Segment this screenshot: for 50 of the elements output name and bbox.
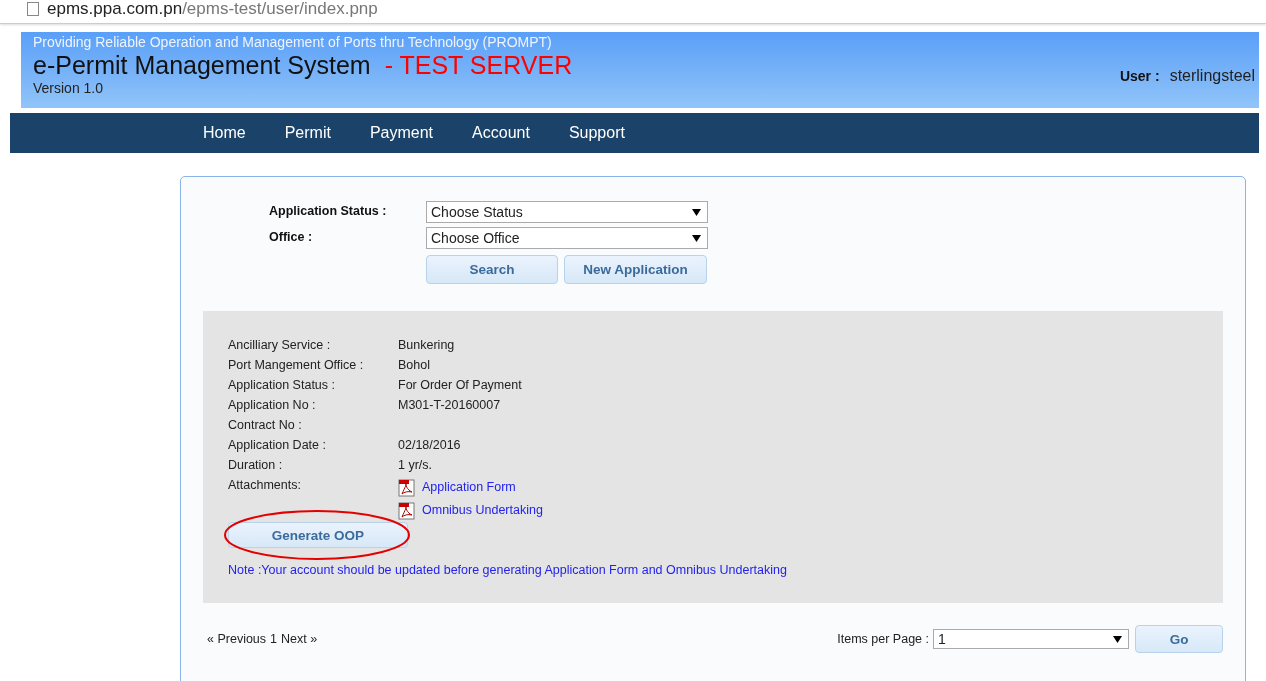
previous-link[interactable]: « Previous <box>207 632 267 646</box>
user-name: sterlingsteel <box>1169 67 1255 85</box>
nav-link[interactable]: Payment <box>369 124 434 142</box>
attachment-link[interactable]: Omnibus Undertaking <box>422 500 543 520</box>
dropdown[interactable]: Choose Status <box>426 201 708 223</box>
detail-label: Contract No : <box>228 417 303 434</box>
filter-button[interactable]: Search <box>426 255 558 284</box>
url-path: /epms-test/user/index.pnp <box>182 0 378 19</box>
items-per-page-label: Items per Page : <box>837 632 929 646</box>
detail-value: Bunkering <box>398 337 455 354</box>
site-title: e-Permit Management System <box>33 50 371 80</box>
next-link[interactable]: Next » <box>281 632 318 646</box>
go-button[interactable]: Go <box>1135 625 1223 653</box>
pdf-icon <box>398 479 416 497</box>
filter-label: Office : <box>269 229 314 244</box>
nav-link[interactable]: Support <box>568 124 625 142</box>
dropdown[interactable]: Choose Office <box>426 227 708 249</box>
nav-link[interactable]: Home <box>203 124 246 142</box>
note-text: Note :Your account should be updated before generating Application Form and Omnibus Undertaking <box>228 563 788 577</box>
page-link[interactable]: 1 <box>270 632 277 646</box>
detail-label: Attachments: <box>228 477 302 494</box>
caret-icon <box>692 208 701 216</box>
generate-button[interactable]: Generate OOP <box>228 522 408 548</box>
detail-value: 02/18/2016 <box>398 437 461 454</box>
detail-label: Application Status : <box>228 377 336 394</box>
detail-value: Bohol <box>398 357 430 374</box>
detail-label: Port Mangement Office : <box>228 357 365 374</box>
page-icon <box>27 1 39 16</box>
items-dropdown[interactable]: 1 <box>933 629 1129 649</box>
filter-button[interactable]: New Application <box>564 255 707 284</box>
address-bar[interactable]: epms.ppa.com.pn/epms-test/user/index.pnp <box>0 0 1266 24</box>
pdf-icon <box>398 502 416 520</box>
filter-label: Application Status : <box>269 203 388 218</box>
nav-link[interactable]: Permit <box>284 124 331 142</box>
detail-value: For Order Of Payment <box>398 377 522 394</box>
url-host: epms.ppa.com.pn <box>47 0 183 19</box>
tagline: Providing Reliable Operation and Management of Ports thru Technology (PROMPT) <box>33 34 553 50</box>
attachment-link[interactable]: Application Form <box>422 477 516 497</box>
detail-label: Application Date : <box>228 437 327 454</box>
server-tag: - TEST SERVER <box>384 50 573 80</box>
user-label: User : <box>1119 68 1160 84</box>
detail-label: Application No : <box>228 397 317 414</box>
caret-icon <box>1113 635 1122 643</box>
detail-label: Ancilliary Service : <box>228 337 332 354</box>
detail-label: Duration : <box>228 457 284 474</box>
caret-icon <box>692 234 701 242</box>
detail-value: 1 yr/s. <box>398 457 433 474</box>
nav-link[interactable]: Account <box>472 124 530 142</box>
detail-value: M301-T-20160007 <box>398 397 501 414</box>
version-label: Version 1.0 <box>33 80 105 96</box>
